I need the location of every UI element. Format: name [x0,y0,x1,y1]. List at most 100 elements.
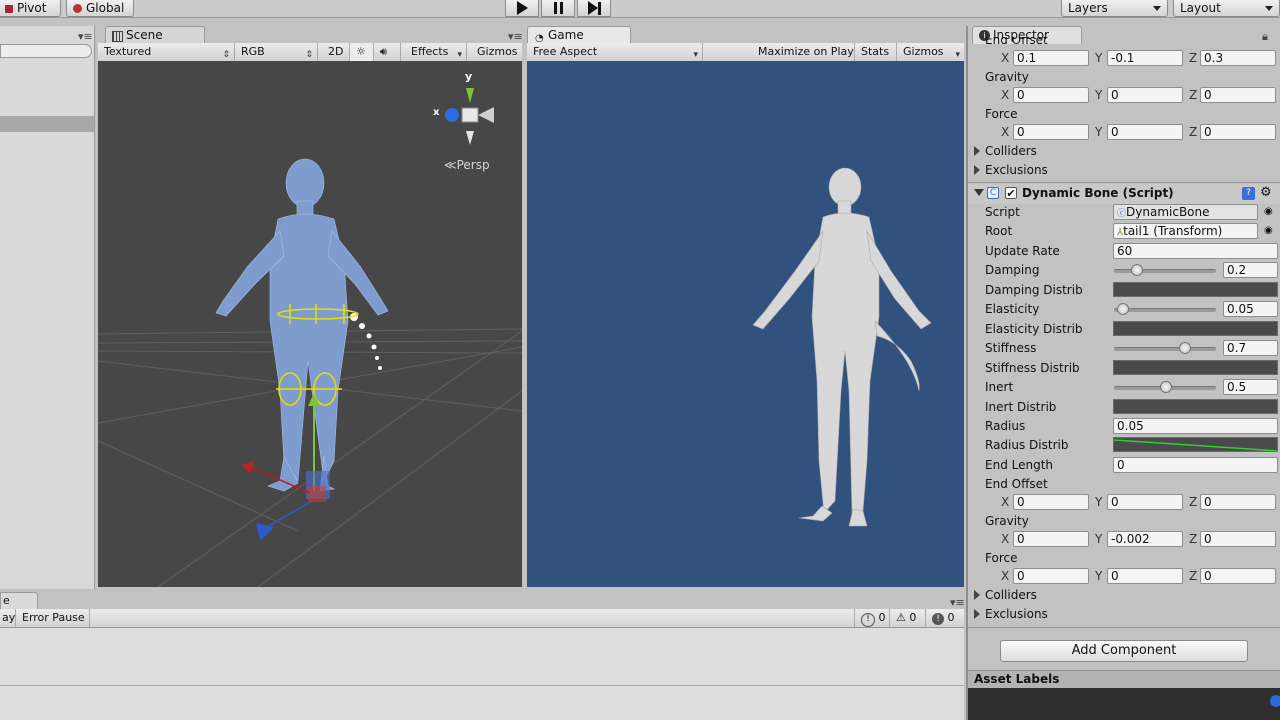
force-label: Force [985,551,1018,565]
radius-distrib-curve[interactable] [1113,437,1278,452]
tab-scene[interactable]: Scene [105,26,205,44]
shading-mode-dropdown[interactable]: Textured ⇕ [98,43,235,61]
error-pause-toggle[interactable]: Error Pause [16,609,90,627]
hierarchy-selected-row[interactable] [0,116,94,132]
axis-y-label: y [465,70,473,83]
panel-menu-icon[interactable]: ▾≡ [78,30,93,43]
aspect-dropdown[interactable]: Free Aspect ▾ [527,43,703,61]
top-end-offset-x-field[interactable]: 0.1 [1013,50,1089,66]
clear-on-play-toggle[interactable]: ay [0,609,16,627]
pivot-toggle[interactable]: Pivot [0,0,61,17]
error-filter-toggle[interactable]: ! 0 [926,609,964,627]
top-gravity-z-field[interactable]: 0 [1200,87,1276,103]
gear-icon[interactable]: ⚙ [1260,185,1272,200]
root-field[interactable]: ⅄tail1 (Transform) [1113,223,1258,239]
elasticity-slider-handle[interactable] [1116,303,1129,315]
damping-field[interactable]: 0.2 [1223,262,1278,278]
lock-icon[interactable]: 🔒︎ [1262,30,1268,44]
exclusions-foldout-icon[interactable] [974,165,980,175]
layers-dropdown[interactable]: Layers [1061,0,1168,17]
color-mode-dropdown[interactable]: RGB ⇕ [235,43,318,61]
global-toggle[interactable]: Global [66,0,134,17]
top-colliders-foldout[interactable]: Colliders [985,143,1037,159]
damping-slider-track[interactable] [1114,269,1216,273]
2d-toggle[interactable]: 2D [322,43,350,61]
inert-field[interactable]: 0.5 [1223,379,1278,395]
top-force-y-field[interactable]: 0 [1107,124,1183,140]
end-offset-x-field[interactable]: 0 [1013,494,1089,510]
axis-x-label: X [1001,88,1010,102]
stiffness-slider-track[interactable] [1114,347,1216,351]
elasticity-field[interactable]: 0.05 [1223,301,1278,317]
exclusions-foldout-icon[interactable] [974,609,980,619]
object-picker-icon[interactable]: ◉ [1264,225,1273,236]
top-end-offset-y-field[interactable]: -0.1 [1107,50,1183,66]
exclusions-foldout[interactable]: Exclusions [985,606,1048,622]
damping-distrib-curve[interactable] [1113,282,1278,297]
z-axis-arrow-icon[interactable] [256,523,274,541]
game-viewport[interactable] [527,61,964,587]
top-force-label: Force [985,107,1018,121]
script-field[interactable]: ⓒDynamicBone [1113,204,1258,220]
global-label: Global [86,1,125,15]
axis-y-label: Y [1095,51,1103,65]
top-force-z-field[interactable]: 0 [1200,124,1276,140]
gravity-z-field[interactable]: 0 [1200,531,1276,547]
force-x-field[interactable]: 0 [1013,568,1089,584]
end-offset-z-field[interactable]: 0 [1200,494,1276,510]
label-tag-icon[interactable] [1270,695,1280,707]
top-end-offset-z-field[interactable]: 0.3 [1200,50,1276,66]
object-picker-icon[interactable]: ◉ [1264,206,1273,217]
clear-on-play-label: ay [2,611,16,624]
end-length-field[interactable]: 0 [1113,457,1278,473]
game-gizmos-dropdown[interactable]: Gizmos ▾ [897,43,964,61]
lighting-toggle[interactable]: ☼ [350,43,374,61]
persp-toggle[interactable]: ≪Persp [444,158,490,172]
warning-filter-toggle[interactable]: ⚠ 0 [890,609,926,627]
top-force-x-field[interactable]: 0 [1013,124,1089,140]
maximize-on-play-toggle[interactable]: Maximize on Play [752,43,855,61]
update-rate-field[interactable]: 60 [1113,243,1278,259]
scene-orientation-gizmo[interactable] [445,88,494,145]
elasticity-slider-track[interactable] [1114,308,1216,312]
stats-toggle[interactable]: Stats [855,43,897,61]
pause-button[interactable] [541,0,575,17]
log-filter-toggle[interactable]: ! 0 [854,609,890,627]
component-foldout-icon[interactable] [974,189,984,196]
gravity-x-field[interactable]: 0 [1013,531,1089,547]
help-icon[interactable]: ? [1242,187,1255,200]
force-z-field[interactable]: 0 [1200,568,1276,584]
x-plane-handle[interactable] [308,486,326,502]
scene-panel-menu-icon[interactable]: ▾≡ [508,30,523,43]
colliders-foldout-icon[interactable] [974,146,980,156]
console-panel-menu-icon[interactable]: ▾≡ [950,596,965,609]
colliders-foldout[interactable]: Colliders [985,587,1037,603]
effects-dropdown[interactable]: Effects ▾ [405,43,467,61]
tab-game[interactable]: ◔ Game [527,26,631,44]
stiffness-distrib-curve[interactable] [1113,360,1278,375]
layout-dropdown[interactable]: Layout [1173,0,1280,17]
add-component-button[interactable]: Add Component [1000,640,1248,662]
top-gravity-x-field[interactable]: 0 [1013,87,1089,103]
inert-distrib-curve[interactable] [1113,399,1278,414]
radius-field[interactable]: 0.05 [1113,418,1278,434]
scene-viewport[interactable]: y x ≪Persp [98,61,522,587]
end-offset-y-field[interactable]: 0 [1107,494,1183,510]
audio-toggle[interactable]: 🔊︎ [374,43,401,61]
gravity-y-field[interactable]: -0.002 [1107,531,1183,547]
play-button[interactable] [505,0,539,17]
stiffness-field[interactable]: 0.7 [1223,340,1278,356]
hierarchy-search-input[interactable] [0,44,92,58]
inert-slider-handle[interactable] [1160,381,1172,393]
tab-console[interactable]: e [0,592,38,609]
step-button[interactable] [577,0,611,17]
scene-gizmos-dropdown[interactable]: Gizmos [471,43,522,61]
console-log-area[interactable] [0,628,964,720]
force-y-field[interactable]: 0 [1107,568,1183,584]
colliders-foldout-icon[interactable] [974,590,980,600]
elasticity-distrib-curve[interactable] [1113,321,1278,336]
component-enabled-checkbox[interactable]: ✔ [1005,187,1017,199]
chevron-down-icon [1265,6,1273,11]
top-exclusions-foldout[interactable]: Exclusions [985,162,1048,178]
top-gravity-y-field[interactable]: 0 [1107,87,1183,103]
